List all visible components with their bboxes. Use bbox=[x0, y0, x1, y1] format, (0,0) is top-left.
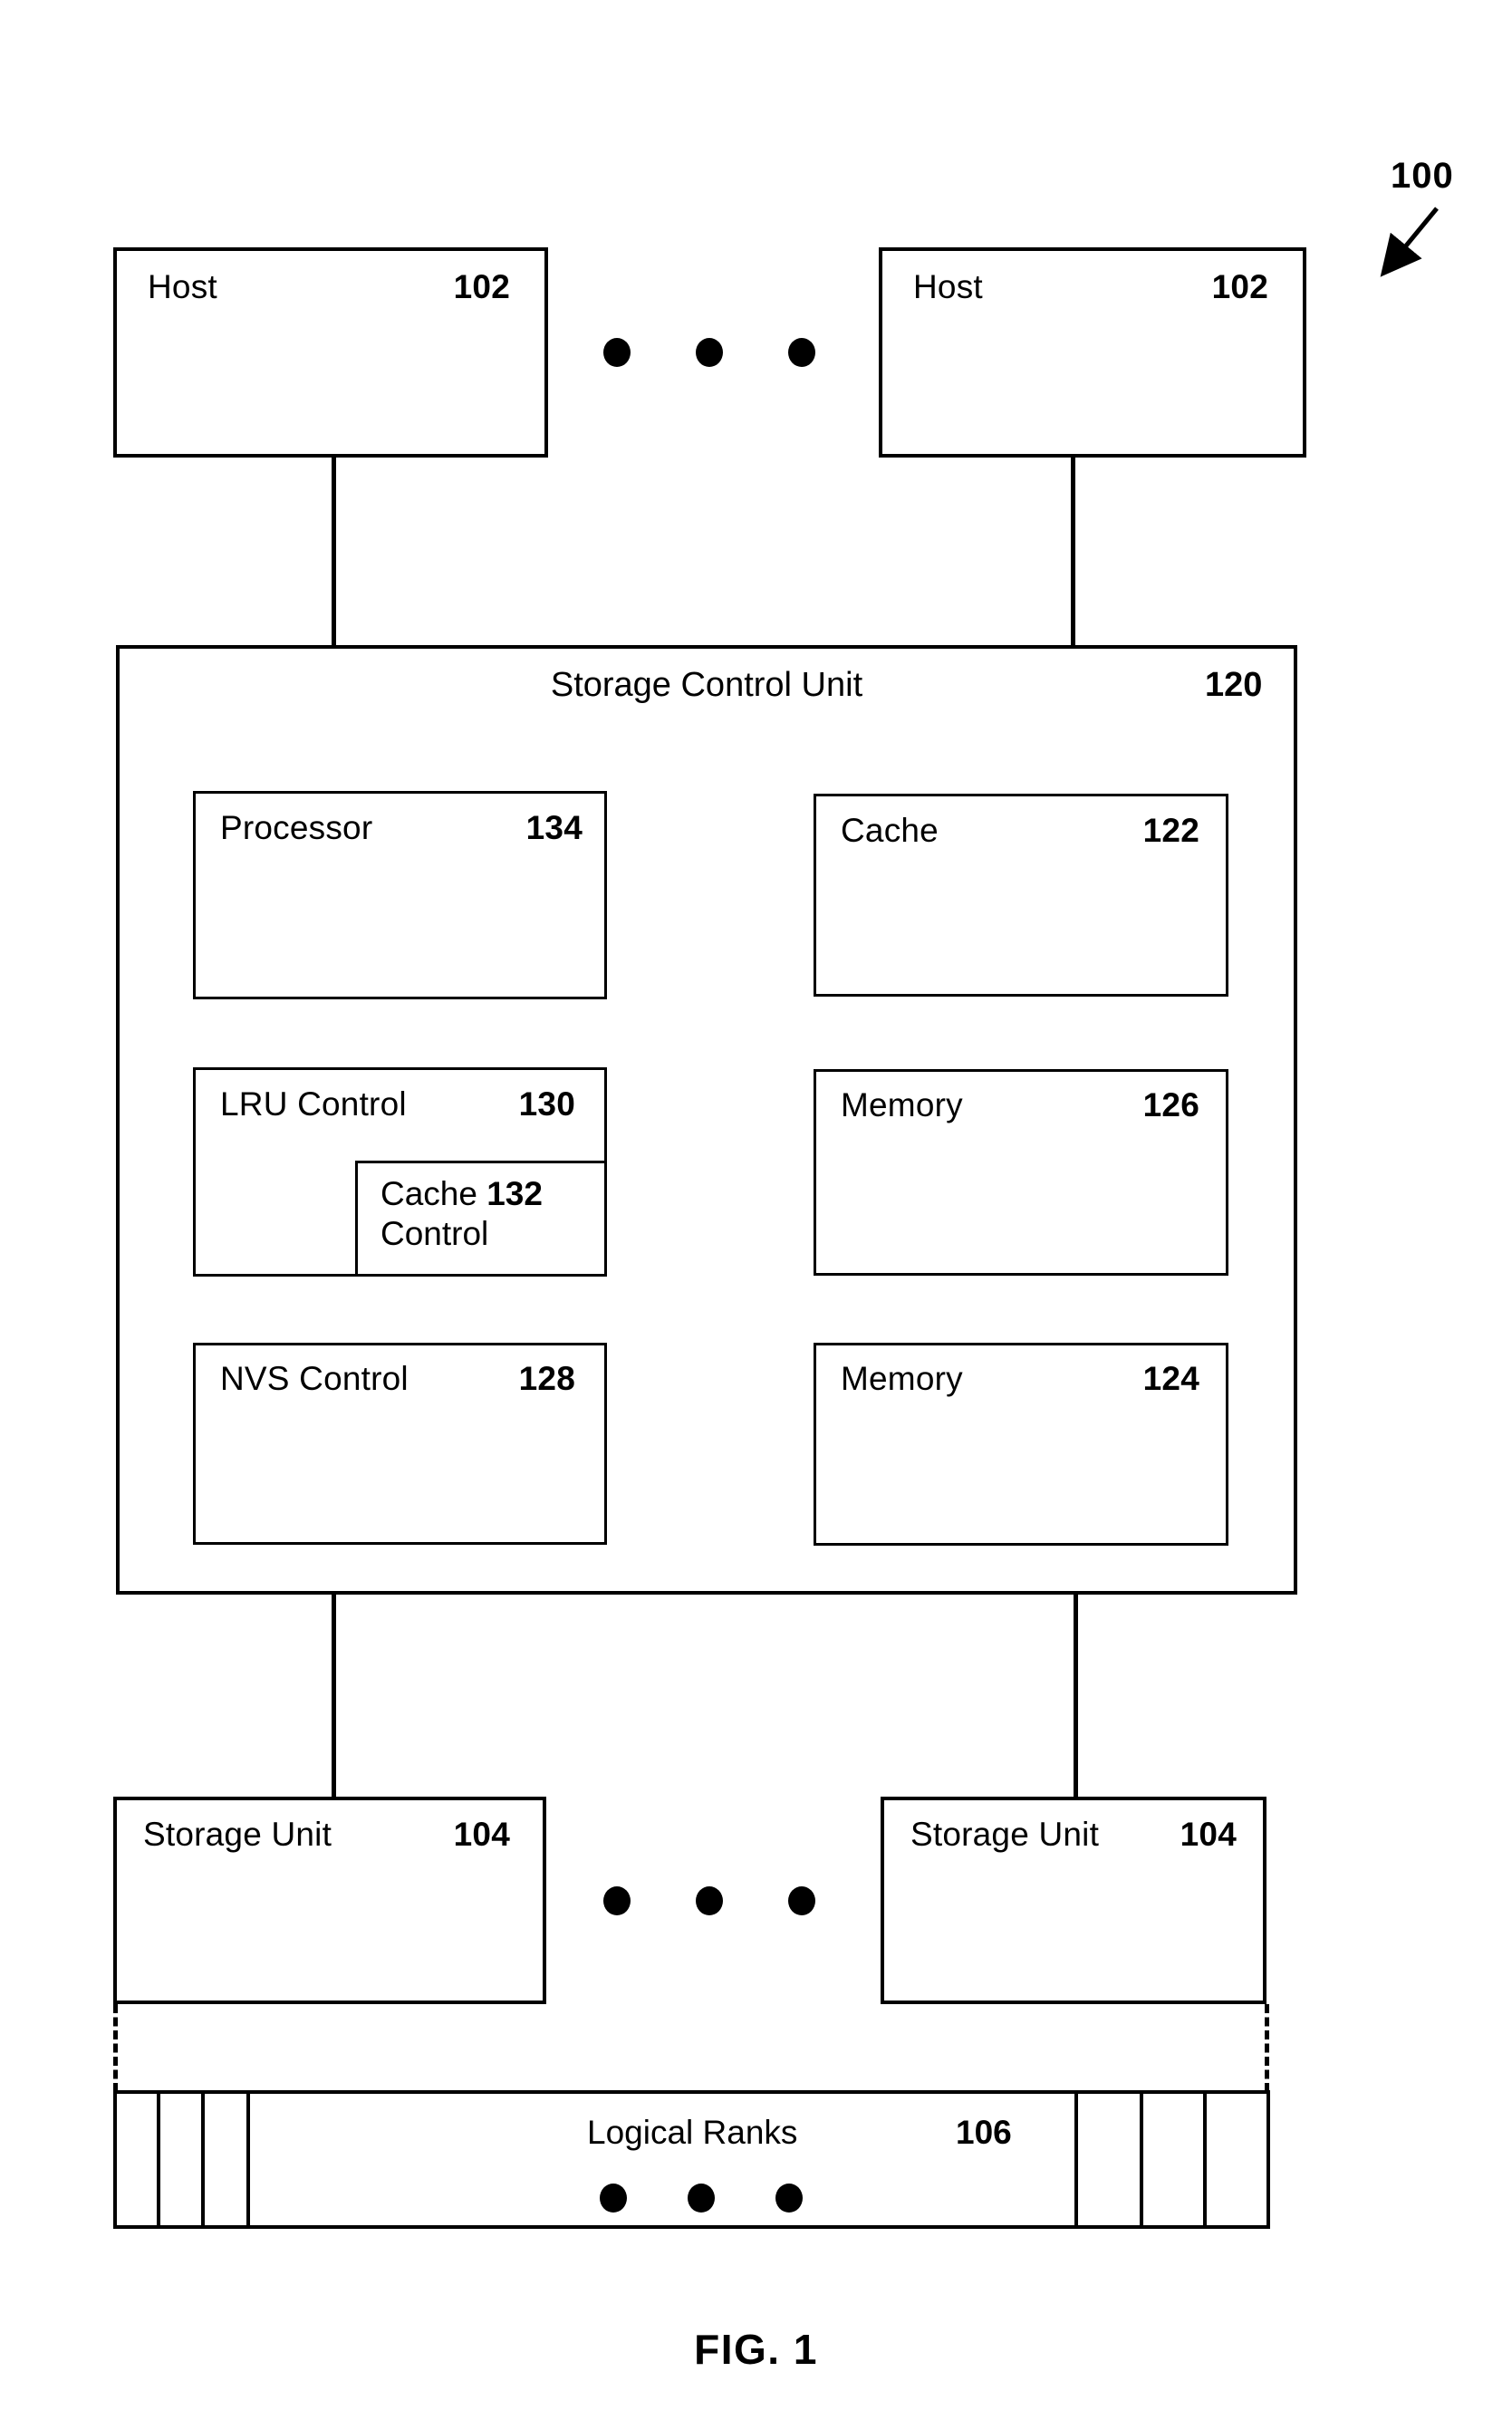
memory-124-label: Memory bbox=[841, 1360, 963, 1397]
ellipsis-dot bbox=[688, 2184, 715, 2213]
host-right-header: Host 102 bbox=[913, 268, 1268, 305]
nvs-control-header: NVS Control 128 bbox=[220, 1360, 575, 1397]
host-left-label: Host bbox=[148, 268, 217, 305]
memory-124-ref: 124 bbox=[1142, 1360, 1199, 1397]
host-right-label: Host bbox=[913, 268, 983, 305]
ellipsis-dot bbox=[603, 1886, 631, 1915]
memory-126-ref: 126 bbox=[1142, 1086, 1199, 1123]
connector-host-right-to-scu bbox=[1071, 456, 1075, 648]
ellipsis-dot bbox=[775, 2184, 803, 2213]
connector-scu-to-storage-unit-left bbox=[332, 1593, 336, 1799]
cache-ref: 122 bbox=[1142, 812, 1199, 849]
storage-control-unit-title: Storage Control Unit bbox=[550, 666, 863, 704]
logical-ranks-label: Logical Ranks bbox=[587, 2114, 798, 2151]
host-left-ref: 102 bbox=[453, 268, 510, 305]
lru-control-ref: 130 bbox=[518, 1085, 575, 1123]
ellipsis-dot bbox=[600, 2184, 627, 2213]
connector-host-left-to-scu bbox=[332, 456, 336, 648]
logical-ranks-ellipsis bbox=[600, 2184, 803, 2213]
logical-rank-divider bbox=[1203, 2090, 1207, 2229]
logical-rank-divider bbox=[1140, 2090, 1143, 2229]
cache-label: Cache bbox=[841, 812, 939, 849]
ellipsis-dot bbox=[603, 338, 631, 367]
host-right-ref: 102 bbox=[1211, 268, 1268, 305]
dashed-connector-left bbox=[113, 2004, 118, 2092]
storage-unit-left-header: Storage Unit 104 bbox=[143, 1816, 510, 1853]
processor-ref: 134 bbox=[525, 809, 583, 846]
memory-126-label: Memory bbox=[841, 1086, 963, 1123]
cache-control-label-line1: Cache bbox=[380, 1175, 477, 1212]
host-left-header: Host 102 bbox=[148, 268, 510, 305]
cache-control-ref: 132 bbox=[486, 1175, 543, 1212]
dashed-connector-right bbox=[1265, 2004, 1269, 2092]
storage-unit-row-ellipsis bbox=[603, 1886, 815, 1915]
cache-control-text: Cache 132 Control bbox=[380, 1174, 543, 1253]
memory-124-header: Memory 124 bbox=[841, 1360, 1199, 1397]
cache-control-label-line2: Control bbox=[380, 1214, 489, 1252]
storage-unit-right-ref: 104 bbox=[1180, 1816, 1237, 1853]
logical-rank-divider bbox=[201, 2090, 205, 2229]
ellipsis-dot bbox=[696, 1886, 723, 1915]
patent-figure-1: 100 Host 102 Host 102 Storage Control Un… bbox=[0, 0, 1512, 2420]
memory-126-header: Memory 126 bbox=[841, 1086, 1199, 1123]
logical-rank-divider bbox=[157, 2090, 160, 2229]
figure-caption: FIG. 1 bbox=[694, 2326, 818, 2373]
nvs-control-ref: 128 bbox=[518, 1360, 575, 1397]
ellipsis-dot bbox=[696, 338, 723, 367]
ellipsis-dot bbox=[788, 338, 815, 367]
storage-control-unit-ref: 120 bbox=[1205, 666, 1263, 704]
logical-rank-divider bbox=[246, 2090, 250, 2229]
ellipsis-dot bbox=[788, 1886, 815, 1915]
lru-control-label: LRU Control bbox=[220, 1085, 407, 1123]
connector-scu-to-storage-unit-right bbox=[1074, 1593, 1078, 1799]
logical-rank-divider bbox=[1074, 2090, 1078, 2229]
logical-ranks-ref: 106 bbox=[956, 2114, 1012, 2151]
storage-unit-left-label: Storage Unit bbox=[143, 1816, 332, 1853]
nvs-control-label: NVS Control bbox=[220, 1360, 409, 1397]
system-reference-arrow-icon bbox=[1380, 207, 1439, 277]
system-reference-numeral: 100 bbox=[1391, 156, 1454, 196]
storage-unit-right-header: Storage Unit 104 bbox=[910, 1816, 1237, 1853]
lru-control-header: LRU Control 130 bbox=[220, 1085, 575, 1123]
processor-label: Processor bbox=[220, 809, 373, 846]
host-row-ellipsis bbox=[603, 338, 815, 367]
cache-header: Cache 122 bbox=[841, 812, 1199, 849]
storage-unit-right-label: Storage Unit bbox=[910, 1816, 1100, 1853]
processor-header: Processor 134 bbox=[220, 809, 583, 846]
storage-unit-left-ref: 104 bbox=[453, 1816, 510, 1853]
